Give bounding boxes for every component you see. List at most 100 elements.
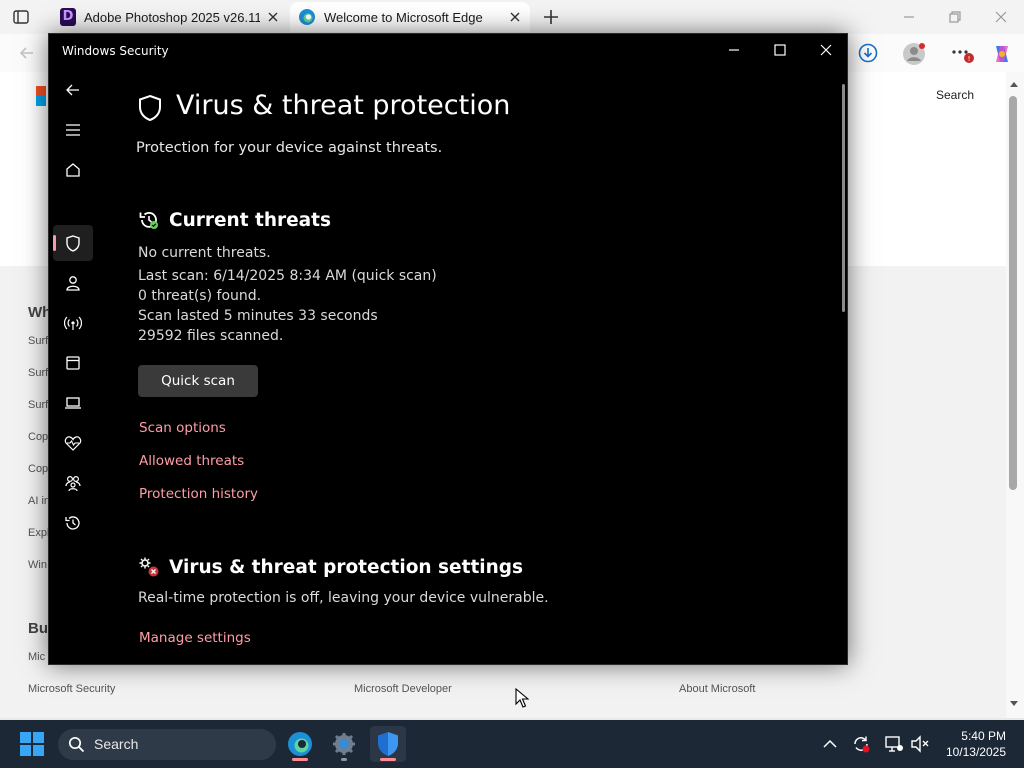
sync-icon[interactable] bbox=[851, 734, 871, 754]
taskbar-windows-security[interactable] bbox=[370, 726, 406, 762]
nav-virus-threat-protection[interactable] bbox=[53, 225, 93, 261]
system-clock[interactable]: 5:40 PM 10/13/2025 bbox=[946, 728, 1006, 760]
maximize-icon[interactable] bbox=[770, 40, 790, 60]
security-nav-rail bbox=[49, 68, 97, 664]
settings-heading: Virus & threat protection settings bbox=[169, 557, 524, 578]
scrollbar-thumb[interactable] bbox=[1009, 96, 1017, 490]
page-scrollbar[interactable] bbox=[1006, 72, 1024, 718]
family-icon bbox=[65, 475, 81, 492]
taskbar-search-box[interactable]: Search bbox=[58, 729, 276, 760]
clock-date: 10/13/2025 bbox=[945, 745, 1006, 759]
close-tab-icon[interactable] bbox=[266, 10, 280, 24]
protection-history-link[interactable]: Protection history bbox=[139, 486, 258, 502]
nav-home[interactable] bbox=[53, 152, 93, 188]
edge-icon bbox=[288, 732, 312, 756]
back-arrow-icon[interactable] bbox=[18, 44, 36, 62]
photoshop-d-icon: D bbox=[60, 8, 76, 26]
side-link[interactable]: Surf bbox=[28, 367, 48, 379]
side-link[interactable]: Cop bbox=[28, 431, 48, 443]
content-scrollbar[interactable] bbox=[842, 84, 845, 312]
nav-app-browser-control[interactable] bbox=[53, 345, 93, 381]
section-heading: Bu bbox=[28, 620, 48, 637]
nav-menu-button[interactable] bbox=[53, 112, 93, 148]
more-options-icon[interactable]: ! bbox=[950, 44, 976, 64]
svg-text:!: ! bbox=[968, 55, 971, 63]
taskbar-settings[interactable] bbox=[326, 726, 362, 762]
restore-icon[interactable] bbox=[946, 8, 964, 26]
side-link[interactable]: AI in bbox=[28, 495, 50, 507]
shield-icon bbox=[139, 94, 161, 122]
edge-icon bbox=[299, 9, 315, 25]
network-monitor-icon[interactable] bbox=[884, 734, 904, 754]
close-icon[interactable] bbox=[816, 40, 836, 60]
windows-security-shield-icon bbox=[378, 732, 398, 756]
nav-back-button[interactable] bbox=[53, 72, 93, 108]
heart-pulse-icon bbox=[64, 436, 82, 451]
windows-security-window: Windows Security Virus & threat protecti… bbox=[48, 33, 848, 665]
last-scan-text: Last scan: 6/14/2025 8:34 AM (quick scan… bbox=[138, 268, 437, 284]
person-icon bbox=[66, 276, 80, 291]
nav-device-performance[interactable] bbox=[53, 425, 93, 461]
volume-muted-icon[interactable] bbox=[910, 734, 930, 754]
close-icon[interactable] bbox=[992, 8, 1010, 26]
nav-family-options[interactable] bbox=[53, 465, 93, 501]
clock-time: 5:40 PM bbox=[961, 729, 1006, 743]
allowed-threats-link[interactable]: Allowed threats bbox=[139, 453, 244, 469]
nav-firewall-network[interactable] bbox=[53, 305, 93, 341]
footer-link-security[interactable]: Microsoft Security bbox=[28, 683, 115, 695]
minimize-icon[interactable] bbox=[900, 8, 918, 26]
taskbar: Search 5:40 PM 10/13/2025 bbox=[0, 720, 1024, 768]
side-link[interactable]: Expl bbox=[28, 527, 49, 539]
copilot-icon[interactable] bbox=[990, 42, 1014, 66]
chevron-up-icon[interactable] bbox=[820, 734, 840, 754]
manage-settings-link[interactable]: Manage settings bbox=[139, 630, 251, 646]
nav-device-security[interactable] bbox=[53, 385, 93, 421]
footer-link-about[interactable]: About Microsoft bbox=[679, 683, 755, 695]
history-clock-icon bbox=[65, 516, 80, 530]
tab-title: Welcome to Microsoft Edge bbox=[324, 9, 483, 25]
threats-found-text: 0 threat(s) found. bbox=[138, 288, 262, 304]
settings-gear-icon bbox=[333, 733, 355, 755]
laptop-icon bbox=[65, 397, 81, 409]
app-window-icon bbox=[66, 356, 80, 370]
realtime-status-text: Real-time protection is off, leaving you… bbox=[138, 590, 549, 606]
minimize-icon[interactable] bbox=[724, 40, 744, 60]
threat-status-text: No current threats. bbox=[138, 245, 271, 261]
shield-icon bbox=[66, 234, 80, 252]
tab-title: Adobe Photoshop 2025 v26.11.0. bbox=[84, 9, 260, 25]
tab-actions-icon[interactable] bbox=[12, 8, 30, 26]
close-tab-icon[interactable] bbox=[508, 10, 522, 24]
downloads-icon[interactable] bbox=[858, 43, 878, 63]
scan-options-link[interactable]: Scan options bbox=[139, 420, 226, 436]
files-scanned-text: 29592 files scanned. bbox=[138, 328, 284, 344]
footer-link-developer[interactable]: Microsoft Developer bbox=[354, 683, 452, 695]
hamburger-menu-icon bbox=[66, 124, 80, 136]
microsoft-logo-icon bbox=[36, 86, 46, 106]
window-title: Windows Security bbox=[62, 44, 169, 58]
nav-protection-history[interactable] bbox=[53, 505, 93, 541]
side-link[interactable]: Win bbox=[28, 559, 47, 571]
back-arrow-icon bbox=[66, 84, 79, 96]
side-link[interactable]: Cop bbox=[28, 463, 48, 475]
side-link[interactable]: Surf bbox=[28, 335, 48, 347]
profile-avatar-icon[interactable] bbox=[902, 42, 926, 66]
tab-photoshop[interactable]: D Adobe Photoshop 2025 v26.11.0. bbox=[52, 2, 288, 32]
taskbar-search-placeholder: Search bbox=[94, 736, 139, 752]
page-search-link[interactable]: Search bbox=[936, 88, 974, 102]
nav-account-protection[interactable] bbox=[53, 265, 93, 301]
current-threats-heading: Current threats bbox=[169, 210, 332, 231]
scroll-down-icon[interactable] bbox=[1009, 700, 1019, 708]
side-link[interactable]: Surf bbox=[28, 399, 48, 411]
page-title: Virus & threat protection bbox=[176, 90, 511, 121]
new-tab-icon[interactable] bbox=[540, 6, 562, 28]
side-link[interactable]: Mic bbox=[28, 651, 45, 663]
wireless-antenna-icon bbox=[64, 316, 82, 330]
taskbar-edge[interactable] bbox=[282, 726, 318, 762]
browser-tab-bar: D Adobe Photoshop 2025 v26.11.0. Welcome… bbox=[0, 0, 1024, 34]
nav-settings[interactable] bbox=[53, 657, 93, 664]
scan-duration-text: Scan lasted 5 minutes 33 seconds bbox=[138, 308, 378, 324]
scroll-up-icon[interactable] bbox=[1009, 80, 1019, 88]
start-windows-icon[interactable] bbox=[20, 732, 44, 756]
quick-scan-button[interactable]: Quick scan bbox=[138, 365, 258, 397]
tab-welcome-edge[interactable]: Welcome to Microsoft Edge bbox=[290, 2, 530, 32]
